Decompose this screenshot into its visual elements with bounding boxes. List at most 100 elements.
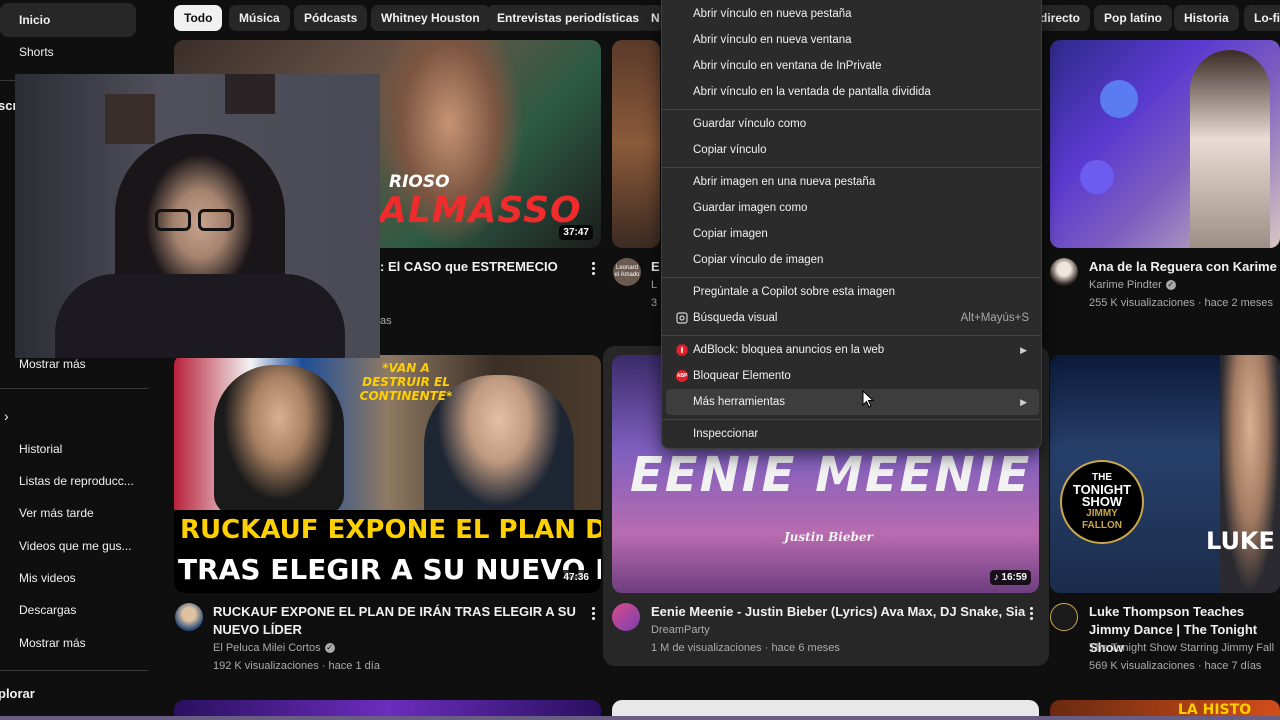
menu-separator xyxy=(662,335,1041,336)
menu-copy-image-link[interactable]: Copiar vínculo de imagen xyxy=(666,247,1039,273)
menu-copy-image[interactable]: Copiar imagen xyxy=(666,221,1039,247)
menu-item-label: Copiar vínculo xyxy=(693,144,767,156)
menu-item-label: AdBlock: bloquea anuncios en la web xyxy=(693,344,885,356)
channel-name[interactable]: L xyxy=(651,276,657,294)
chip-lofi[interactable]: Lo-fi xyxy=(1244,5,1280,31)
channel-avatar[interactable] xyxy=(1050,258,1078,286)
chip-pop-latino[interactable]: Pop latino xyxy=(1094,5,1172,31)
menu-save-link-as[interactable]: Guardar vínculo como xyxy=(666,111,1039,137)
channel-name-text: El Peluca Milei Cortos xyxy=(213,642,321,654)
menu-item-label: Copiar vínculo de imagen xyxy=(693,254,824,266)
video-thumbnail[interactable] xyxy=(1050,40,1280,248)
menu-open-link-inprivate[interactable]: Abrir vínculo en ventana de InPrivate xyxy=(666,53,1039,79)
menu-ask-copilot[interactable]: Pregúntale a Copilot sobre esta imagen xyxy=(666,279,1039,305)
menu-item-label: Inspeccionar xyxy=(693,428,759,440)
sidebar-divider xyxy=(0,670,148,671)
menu-open-link-new-tab[interactable]: Abrir vínculo en nueva pestaña xyxy=(666,1,1039,27)
sidebar-item-historial[interactable]: Historial xyxy=(0,432,136,466)
video-thumbnail[interactable] xyxy=(612,40,660,248)
menu-open-link-new-window[interactable]: Abrir vínculo en nueva ventana xyxy=(666,27,1039,53)
menu-open-image-new-tab[interactable]: Abrir imagen en una nueva pestaña xyxy=(666,169,1039,195)
video-title[interactable]: RUCKAUF EXPONE EL PLAN DE IRÁN TRAS ELEG… xyxy=(213,603,578,639)
channel-avatar[interactable]: Leonard el Amado xyxy=(613,258,641,286)
menu-open-link-split-screen[interactable]: Abrir vínculo en la ventada de pantalla … xyxy=(666,79,1039,105)
thumbnail-figure xyxy=(1220,355,1280,593)
duration-badge: 37:47 xyxy=(559,225,593,240)
sidebar-item-label: Mostrar más xyxy=(19,636,86,650)
channel-avatar[interactable] xyxy=(175,603,203,631)
sidebar-item-descargas[interactable]: Descargas xyxy=(0,593,136,627)
sidebar-item-inicio[interactable]: Inicio xyxy=(0,3,136,37)
chip-podcasts[interactable]: Pódcasts xyxy=(294,5,368,31)
video-thumbnail[interactable]: THE TONIGHT SHOW JIMMY FALLON LUKE T xyxy=(1050,355,1280,593)
channel-name[interactable]: El Peluca Milei Cortos ✓ xyxy=(213,639,335,657)
sidebar-item-label: Ver más tarde xyxy=(19,506,94,520)
chip-entrevistas[interactable]: Entrevistas periodísticas xyxy=(487,5,650,31)
thumbnail-text: LUKE T xyxy=(1206,527,1280,555)
video-title[interactable]: E xyxy=(651,258,660,276)
chip-whitney-houston[interactable]: Whitney Houston xyxy=(371,5,490,31)
menu-item-label: Abrir vínculo en ventana de InPrivate xyxy=(693,60,882,72)
taskbar-edge xyxy=(0,716,1280,720)
explore-heading: plorar xyxy=(0,686,35,701)
verified-icon: ✓ xyxy=(324,643,335,654)
video-title[interactable]: : El CASO que ESTREMECIO xyxy=(380,258,590,276)
submenu-arrow-icon: ▶ xyxy=(1020,344,1027,355)
sidebar-item-label: Inicio xyxy=(19,13,51,27)
menu-block-element[interactable]: ABP Bloquear Elemento xyxy=(666,363,1039,389)
more-options-icon[interactable] xyxy=(585,258,601,278)
thumbnail-decor xyxy=(1080,160,1114,194)
menu-copy-link[interactable]: Copiar vínculo xyxy=(666,137,1039,163)
video-thumbnail[interactable]: *VAN A DESTRUIR EL CONTINENTE* RUCKAUF E… xyxy=(174,355,601,593)
webcam-decor xyxy=(225,74,275,114)
more-options-icon[interactable] xyxy=(1023,603,1039,623)
logo-text: FALLON xyxy=(1082,520,1122,531)
menu-separator xyxy=(662,167,1041,168)
video-meta: 1 M de visualizaciones · hace 6 meses xyxy=(651,642,840,654)
channel-avatar[interactable] xyxy=(612,603,640,631)
thumbnail-text: EENIE MEENIE xyxy=(630,447,1032,503)
webcam-overlay xyxy=(15,74,380,358)
menu-item-label: Copiar imagen xyxy=(693,228,768,240)
menu-adblock[interactable]: AdBlock: bloquea anuncios en la web ▶ xyxy=(666,337,1039,363)
sidebar-item-label: Listas de reproducc... xyxy=(19,474,134,488)
menu-item-label: Abrir vínculo en la ventada de pantalla … xyxy=(693,86,931,98)
sidebar-divider xyxy=(0,388,148,389)
sidebar-item-label: Descargas xyxy=(19,603,77,617)
chip-historia[interactable]: Historia xyxy=(1174,5,1239,31)
channel-name[interactable]: DreamParty xyxy=(651,621,710,639)
menu-visual-search[interactable]: Búsqueda visual Alt+Mayús+S xyxy=(666,305,1039,331)
video-title[interactable]: Ana de la Reguera con Karime Pi xyxy=(1089,258,1280,276)
more-options-icon[interactable] xyxy=(585,603,601,623)
glasses-icon xyxy=(155,209,191,231)
sidebar-item-shorts[interactable]: Shorts xyxy=(0,35,136,69)
menu-item-label: Abrir vínculo en nueva ventana xyxy=(693,34,852,46)
menu-more-tools[interactable]: Más herramientas ▶ xyxy=(666,389,1039,415)
thumbnail-figure xyxy=(214,365,344,515)
sidebar-item-mis-videos[interactable]: Mis videos xyxy=(0,561,136,595)
sidebar-item-label: Videos que me gus... xyxy=(19,539,132,553)
chip-musica[interactable]: Música xyxy=(229,5,290,31)
menu-separator xyxy=(662,109,1041,110)
chevron-right-icon[interactable]: › xyxy=(4,408,9,424)
chip-todo[interactable]: Todo xyxy=(174,5,223,31)
sidebar-item-ver-mas-tarde[interactable]: Ver más tarde xyxy=(0,496,136,530)
menu-item-label: Abrir vínculo en nueva pestaña xyxy=(693,8,852,20)
sidebar-item-videos-que-me-gustan[interactable]: Videos que me gus... xyxy=(0,529,136,563)
video-title[interactable]: Eenie Meenie - Justin Bieber (Lyrics) Av… xyxy=(651,603,1025,621)
verified-icon: ✓ xyxy=(1165,280,1176,291)
sidebar-show-more-button[interactable]: Mostrar más xyxy=(0,626,136,660)
channel-name[interactable]: The Tonight Show Starring Jimmy Fall xyxy=(1089,639,1280,657)
channel-name[interactable]: Karime Pindter ✓ xyxy=(1089,276,1176,294)
menu-save-image-as[interactable]: Guardar imagen como xyxy=(666,195,1039,221)
channel-name-text: Karime Pindter xyxy=(1089,279,1162,291)
duration-badge: ♪ 16:59 xyxy=(989,570,1031,585)
menu-shortcut: Alt+Mayús+S xyxy=(960,312,1029,324)
video-meta: 569 K visualizaciones · hace 7 días xyxy=(1089,660,1262,672)
channel-avatar[interactable] xyxy=(1050,603,1078,631)
menu-item-label: Guardar vínculo como xyxy=(693,118,807,130)
menu-inspect[interactable]: Inspeccionar xyxy=(666,421,1039,447)
webcam-decor xyxy=(105,94,155,144)
video-meta: 3 xyxy=(651,297,658,309)
sidebar-item-listas[interactable]: Listas de reproducc... xyxy=(0,464,136,498)
